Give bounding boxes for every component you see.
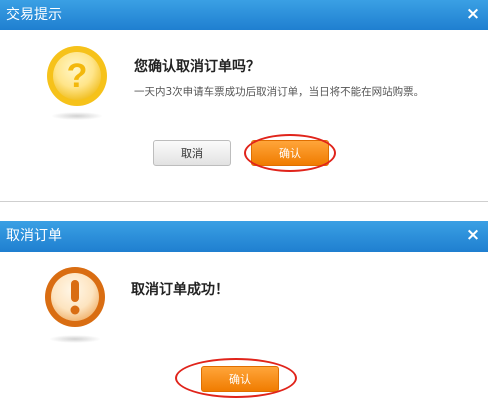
dialog-title: 取消订单 [6, 228, 62, 244]
svg-text:?: ? [67, 57, 88, 95]
dialog-titlebar: 取消订单 × [0, 221, 488, 252]
dialog-titlebar: 交易提示 × [0, 0, 488, 30]
success-heading: 取消订单成功！ [131, 282, 229, 298]
close-icon[interactable]: × [464, 4, 482, 24]
confirm-button[interactable]: 确认 [201, 366, 279, 392]
dialog-separator [0, 202, 488, 221]
cancel-button[interactable]: 取消 [153, 140, 231, 166]
confirm-button[interactable]: 确认 [251, 140, 329, 166]
close-icon[interactable]: × [464, 225, 482, 245]
dialog-title: 交易提示 [6, 7, 62, 23]
screenshot-stage: 交易提示 × ? 您确认取消订单吗？ 一天内3次申请车票成功后取消订单，当日将不… [0, 0, 488, 412]
question-icon: ? [44, 44, 110, 122]
exclamation-icon [42, 265, 108, 343]
confirm-message: 一天内3次申请车票成功后取消订单，当日将不能在网站购票。 [134, 86, 425, 98]
confirm-dialog: 交易提示 × ? 您确认取消订单吗？ 一天内3次申请车票成功后取消订单，当日将不… [0, 0, 488, 202]
confirm-heading: 您确认取消订单吗？ [134, 59, 260, 75]
